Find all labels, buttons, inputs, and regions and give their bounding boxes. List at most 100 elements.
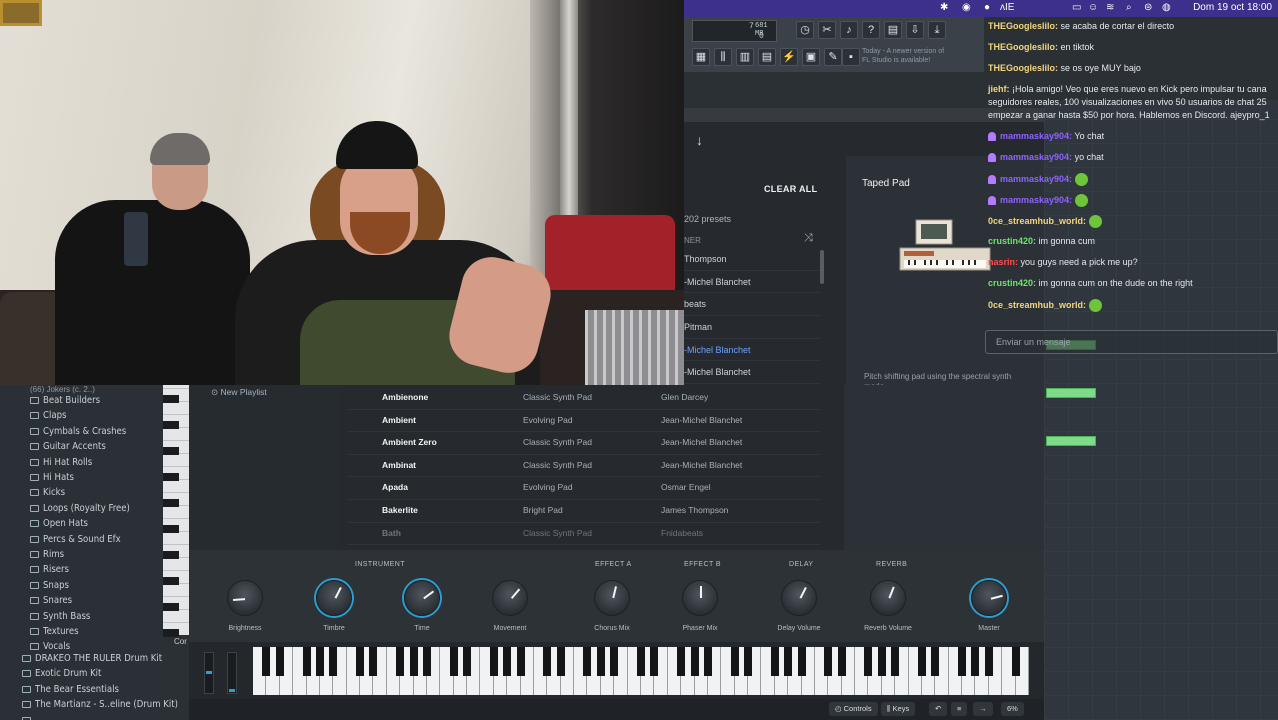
chat-username[interactable]: mammaskay904:: [1000, 195, 1072, 205]
chat-username[interactable]: mammaskay904:: [1000, 174, 1072, 184]
black-key[interactable]: [784, 647, 793, 676]
knob-chorus-mix[interactable]: [594, 580, 630, 616]
black-key[interactable]: [583, 647, 592, 676]
menubar-clock[interactable]: Dom 19 oct 18:00: [1193, 2, 1272, 13]
table-row[interactable]: Ambinat Classic Synth Pad Jean-Michel Blan…: [349, 455, 819, 478]
browser-folder[interactable]: Rims: [30, 549, 64, 560]
black-key[interactable]: [543, 647, 552, 676]
black-key[interactable]: [610, 647, 619, 676]
black-key[interactable]: [891, 647, 900, 676]
download-button[interactable]: ⤓: [928, 21, 946, 39]
black-key[interactable]: [971, 647, 980, 676]
list-item[interactable]: -Michel Blanchet: [684, 271, 819, 294]
pin-button[interactable]: ✎: [824, 48, 842, 66]
browser-folder[interactable]: The Martianz - S..eline (Drum Kit): [22, 699, 178, 710]
black-key[interactable]: [770, 647, 779, 676]
black-key[interactable]: [797, 647, 806, 676]
designer-column-header[interactable]: NER: [684, 236, 701, 245]
chat-username[interactable]: crustin420:: [988, 278, 1036, 288]
list-item-selected[interactable]: -Michel Blanchet: [684, 339, 819, 362]
black-key[interactable]: [163, 551, 179, 559]
chat-username[interactable]: 0ce_streamhub_world:: [988, 216, 1086, 226]
black-key[interactable]: [637, 647, 645, 676]
black-key[interactable]: [837, 647, 846, 676]
chat-input[interactable]: Enviar un mensaje: [985, 330, 1278, 354]
list-item[interactable]: beats: [684, 293, 819, 317]
piano-roll-button[interactable]: ▤: [758, 48, 776, 66]
black-key[interactable]: [864, 647, 873, 676]
black-key[interactable]: [396, 647, 405, 676]
browser-folder[interactable]: Vocals: [30, 641, 70, 652]
user-icon[interactable]: ☺: [1088, 2, 1098, 13]
chat-username[interactable]: mammaskay904:: [1000, 152, 1072, 162]
black-key[interactable]: [163, 421, 179, 429]
table-row[interactable]: Bath Classic Synth Pad Fnidabeats: [349, 523, 819, 546]
mod-wheel[interactable]: [227, 652, 237, 694]
black-key[interactable]: [163, 629, 179, 637]
black-key[interactable]: [422, 647, 431, 676]
chat-username[interactable]: THEGoogleslilo:: [988, 21, 1058, 31]
knob-master[interactable]: [971, 580, 1007, 616]
black-key[interactable]: [917, 647, 926, 676]
black-key[interactable]: [744, 647, 753, 676]
list-scrollbar[interactable]: [820, 250, 824, 284]
black-key[interactable]: [677, 647, 686, 676]
browser-folder[interactable]: ...: [22, 715, 43, 720]
black-key[interactable]: [163, 447, 179, 455]
table-row[interactable]: Bakerlite Bright Pad James Thompson: [349, 500, 819, 523]
black-key[interactable]: [163, 473, 179, 481]
controls-button[interactable]: ◴ Controls: [829, 702, 878, 716]
black-key[interactable]: [690, 647, 699, 676]
cut-button[interactable]: ✂: [818, 21, 836, 39]
knob-timbre[interactable]: [316, 580, 352, 616]
redo-button[interactable]: →: [973, 702, 993, 716]
knob-movement[interactable]: [492, 580, 528, 616]
chat-username[interactable]: THEGoogleslilo:: [988, 63, 1058, 73]
browser-folder[interactable]: Open Hats: [30, 518, 88, 529]
black-key[interactable]: [958, 647, 967, 676]
plugin-button[interactable]: ⚡: [780, 48, 798, 66]
metronome-button[interactable]: ◷: [796, 21, 814, 39]
black-key[interactable]: [824, 647, 833, 676]
battery-icon[interactable]: ▭: [1072, 2, 1081, 13]
black-key[interactable]: [356, 647, 365, 676]
bluetooth-icon[interactable]: ✱: [940, 2, 948, 13]
black-key[interactable]: [329, 647, 338, 676]
black-key[interactable]: [163, 577, 179, 585]
browser-folder[interactable]: Risers: [30, 564, 69, 575]
knob-brightness[interactable]: [227, 580, 263, 616]
channel-rack-button[interactable]: ▥: [736, 48, 754, 66]
note-bar[interactable]: [1046, 436, 1096, 446]
list-item[interactable]: Thompson: [684, 248, 819, 271]
table-row[interactable]: Ambienone Classic Synth Pad Glen Darcey: [349, 387, 819, 410]
chat-username[interactable]: THEGoogleslilo:: [988, 42, 1058, 52]
mic-button[interactable]: ♪: [840, 21, 858, 39]
black-key[interactable]: [703, 647, 712, 676]
browser-folder[interactable]: Snares: [30, 595, 72, 606]
browser-folder[interactable]: Snaps: [30, 580, 69, 591]
save-button[interactable]: ▤: [884, 21, 902, 39]
knob-reverb-volume[interactable]: [870, 580, 906, 616]
black-key[interactable]: [931, 647, 940, 676]
browser-folder[interactable]: Cymbals & Crashes: [30, 426, 126, 437]
knob-time[interactable]: [404, 580, 440, 616]
siri-icon[interactable]: ◍: [1162, 2, 1171, 13]
chat-username[interactable]: crustin420:: [988, 236, 1036, 246]
chat-username[interactable]: 0ce_streamhub_world:: [988, 300, 1086, 310]
keys-button[interactable]: ⫼ Keys: [881, 702, 916, 716]
browser-folder[interactable]: Beat Builders: [30, 395, 100, 406]
black-key[interactable]: [1011, 647, 1020, 676]
wifi-icon[interactable]: ≋: [1106, 2, 1114, 13]
note-bar[interactable]: [1046, 388, 1096, 398]
browser-folder[interactable]: Guitar Accents: [30, 441, 106, 452]
undo-button[interactable]: ↶: [929, 702, 948, 716]
export-button[interactable]: ⇩: [906, 21, 924, 39]
table-row[interactable]: Ambient Zero Classic Synth Pad Jean-Michel…: [349, 432, 819, 455]
piano-keyboard[interactable]: [253, 647, 1029, 695]
knob-phaser-mix[interactable]: [682, 580, 718, 616]
browser-folder[interactable]: Claps: [30, 410, 66, 421]
browser-folder[interactable]: Exotic Drum Kit: [22, 668, 101, 679]
black-key[interactable]: [489, 647, 498, 676]
shuffle-icon[interactable]: ⤨: [804, 232, 813, 245]
black-key[interactable]: [163, 525, 179, 533]
